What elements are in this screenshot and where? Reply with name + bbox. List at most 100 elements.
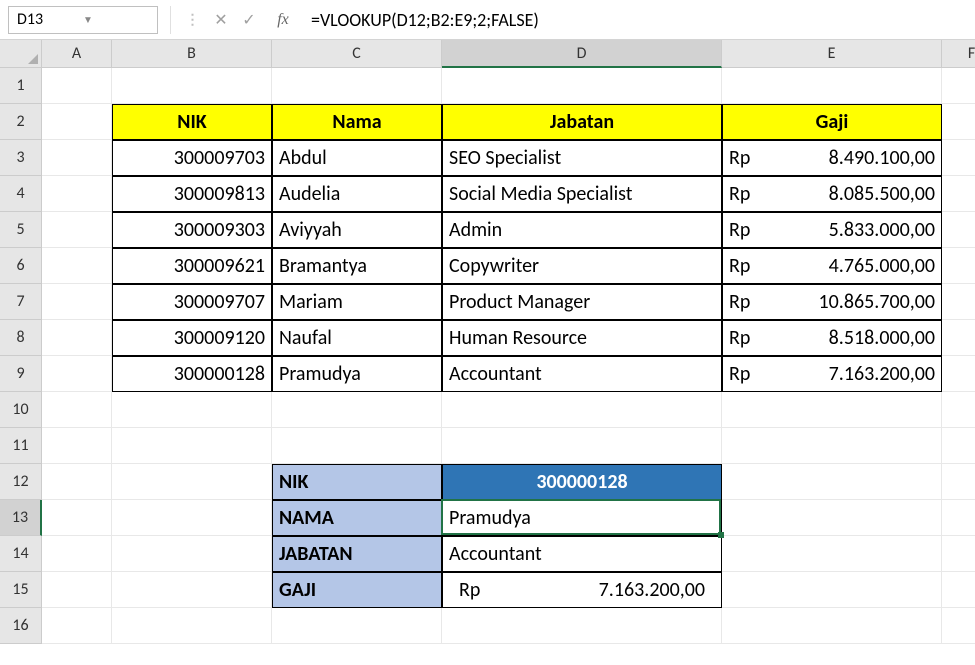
cell-A1[interactable] (42, 68, 112, 104)
table-row[interactable]: Copywriter (442, 248, 722, 284)
cell-D16[interactable] (442, 608, 722, 644)
cell-F14[interactable] (942, 536, 975, 572)
fill-handle[interactable] (718, 532, 724, 538)
column-header-D[interactable]: D (442, 40, 722, 68)
row-header-3[interactable]: 3 (0, 140, 42, 176)
cancel-icon[interactable]: ✕ (207, 6, 235, 34)
cell-E16[interactable] (722, 608, 942, 644)
name-box-dropdown-icon[interactable]: ▼ (83, 13, 149, 26)
cell-F15[interactable] (942, 572, 975, 608)
table-row[interactable]: Human Resource (442, 320, 722, 356)
cell-A9[interactable] (42, 356, 112, 392)
table-row[interactable]: 300009120 (112, 320, 272, 356)
cell-F1[interactable] (942, 68, 975, 104)
table-row[interactable]: 300009707 (112, 284, 272, 320)
table-row[interactable]: Aviyyah (272, 212, 442, 248)
cell-D11[interactable] (442, 428, 722, 464)
table-row[interactable]: Bramantya (272, 248, 442, 284)
cell-B11[interactable] (112, 428, 272, 464)
row-header-15[interactable]: 15 (0, 572, 42, 608)
name-box[interactable]: D13 ▼ (8, 6, 158, 34)
table-row[interactable]: Rp10.865.700,00 (722, 284, 942, 320)
row-header-4[interactable]: 4 (0, 176, 42, 212)
cell-D1[interactable] (442, 68, 722, 104)
table-header-gaji[interactable]: Gaji (722, 104, 942, 140)
table-header-nama[interactable]: Nama (272, 104, 442, 140)
cell-B10[interactable] (112, 392, 272, 428)
cell-B15[interactable] (112, 572, 272, 608)
row-header-11[interactable]: 11 (0, 428, 42, 464)
cell-A8[interactable] (42, 320, 112, 356)
table-row[interactable]: 300009703 (112, 140, 272, 176)
cell-E12[interactable] (722, 464, 942, 500)
table-row[interactable]: Product Manager (442, 284, 722, 320)
cell-E1[interactable] (722, 68, 942, 104)
row-header-13[interactable]: 13 (0, 500, 42, 536)
cell-F12[interactable] (942, 464, 975, 500)
row-header-5[interactable]: 5 (0, 212, 42, 248)
fx-icon[interactable]: fx (263, 11, 303, 29)
table-row[interactable]: Audelia (272, 176, 442, 212)
cell-A11[interactable] (42, 428, 112, 464)
cell-E13[interactable] (722, 500, 942, 536)
cell-F7[interactable] (942, 284, 975, 320)
table-row[interactable]: Rp8.518.000,00 (722, 320, 942, 356)
cell-A14[interactable] (42, 536, 112, 572)
cell-F11[interactable] (942, 428, 975, 464)
lookup-value-gaji[interactable]: Rp7.163.200,00 (442, 572, 722, 608)
row-header-8[interactable]: 8 (0, 320, 42, 356)
cell-A3[interactable] (42, 140, 112, 176)
row-header-1[interactable]: 1 (0, 68, 42, 104)
row-header-7[interactable]: 7 (0, 284, 42, 320)
cell-E10[interactable] (722, 392, 942, 428)
row-header-10[interactable]: 10 (0, 392, 42, 428)
more-icon[interactable]: ⋮ (179, 6, 207, 34)
table-header-jabatan[interactable]: Jabatan (442, 104, 722, 140)
cell-F16[interactable] (942, 608, 975, 644)
row-header-9[interactable]: 9 (0, 356, 42, 392)
cell-F3[interactable] (942, 140, 975, 176)
cell-C1[interactable] (272, 68, 442, 104)
cell-A13[interactable] (42, 500, 112, 536)
table-row[interactable]: Abdul (272, 140, 442, 176)
cell-B1[interactable] (112, 68, 272, 104)
cell-F13[interactable] (942, 500, 975, 536)
cell-A16[interactable] (42, 608, 112, 644)
cell-B12[interactable] (112, 464, 272, 500)
table-row[interactable]: Rp8.085.500,00 (722, 176, 942, 212)
select-all-corner[interactable] (0, 40, 42, 68)
cell-F6[interactable] (942, 248, 975, 284)
enter-icon[interactable]: ✓ (235, 6, 263, 34)
table-row[interactable]: Rp4.765.000,00 (722, 248, 942, 284)
row-header-14[interactable]: 14 (0, 536, 42, 572)
table-row[interactable]: Pramudya (272, 356, 442, 392)
cell-C11[interactable] (272, 428, 442, 464)
cell-F8[interactable] (942, 320, 975, 356)
column-header-A[interactable]: A (42, 40, 112, 68)
cell-A12[interactable] (42, 464, 112, 500)
cell-D10[interactable] (442, 392, 722, 428)
cell-E11[interactable] (722, 428, 942, 464)
cell-F4[interactable] (942, 176, 975, 212)
column-header-F[interactable]: F (942, 40, 975, 68)
cell-C16[interactable] (272, 608, 442, 644)
table-row[interactable]: 300009303 (112, 212, 272, 248)
cell-A15[interactable] (42, 572, 112, 608)
cell-C10[interactable] (272, 392, 442, 428)
cell-A7[interactable] (42, 284, 112, 320)
cell-F10[interactable] (942, 392, 975, 428)
table-row[interactable]: Naufal (272, 320, 442, 356)
cell-E14[interactable] (722, 536, 942, 572)
row-header-6[interactable]: 6 (0, 248, 42, 284)
cell-B13[interactable] (112, 500, 272, 536)
cell-A5[interactable] (42, 212, 112, 248)
row-header-12[interactable]: 12 (0, 464, 42, 500)
cell-F5[interactable] (942, 212, 975, 248)
cell-A4[interactable] (42, 176, 112, 212)
table-row[interactable]: Admin (442, 212, 722, 248)
column-header-E[interactable]: E (722, 40, 942, 68)
table-row[interactable]: Rp7.163.200,00 (722, 356, 942, 392)
lookup-value-nik[interactable]: 300000128 (442, 464, 722, 500)
row-header-16[interactable]: 16 (0, 608, 42, 644)
formula-input[interactable]: =VLOOKUP(D12;B2:E9;2;FALSE) (303, 6, 975, 34)
